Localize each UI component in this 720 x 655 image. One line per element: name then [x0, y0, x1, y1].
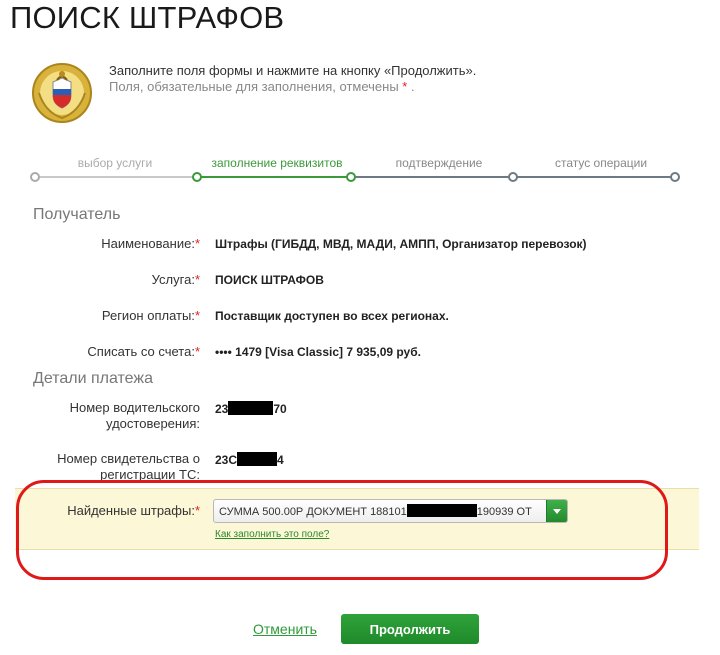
- progress-steps: выбор услуги заполнение реквизитов подтв…: [30, 152, 680, 186]
- fines-select[interactable]: СУММА 500.00Р ДОКУМЕНТ 188101 190939 ОТ: [213, 499, 568, 523]
- registration-prefix: 23С: [215, 453, 238, 467]
- fines-select-value: СУММА 500.00Р ДОКУМЕНТ 188101 190939 ОТ: [219, 504, 532, 518]
- field-value-account: •••• 1479 [Visa Classic] 7 935,09 руб.: [215, 345, 421, 359]
- field-label-service-text: Услуга:: [151, 272, 195, 287]
- intro-text: Заполните поля формы и нажмите на кнопку…: [109, 63, 476, 95]
- step-dot-4: [508, 172, 518, 182]
- step-track-2: [198, 176, 350, 178]
- intro-line-2-end: .: [410, 79, 415, 94]
- step-dot-1: [30, 172, 40, 182]
- step-select-service: выбор услуги: [77, 156, 153, 170]
- step-status: статус операции: [554, 156, 648, 170]
- field-label-name-text: Наименование:: [101, 236, 195, 251]
- field-label-fines-text: Найденные штрафы:: [67, 503, 195, 518]
- redaction-block: [228, 401, 274, 415]
- license-suffix: 70: [273, 402, 287, 416]
- traffic-police-emblem-icon: [32, 63, 92, 123]
- field-value-registration: 23С 4: [215, 452, 284, 467]
- intro-line-2: Поля, обязательные для заполнения, отмеч…: [109, 79, 476, 95]
- field-value-name: Штрафы (ГИБДД, МВД, МАДИ, АМПП, Организа…: [215, 237, 587, 251]
- fines-select-suffix: 190939 ОТ: [476, 506, 532, 518]
- step-dot-3: [346, 172, 356, 182]
- field-label-registration-line-1: Номер свидетельства о: [57, 451, 200, 466]
- required-mark: *: [194, 236, 200, 251]
- redaction-block: [406, 504, 477, 517]
- field-label-fines: Найденные штрафы:*: [67, 503, 200, 519]
- step-fill-details: заполнение реквизитов: [211, 156, 343, 170]
- intro-line-1: Заполните поля формы и нажмите на кнопку…: [109, 63, 477, 78]
- recipient-heading: Получатель: [33, 206, 121, 223]
- step-dot-5: [670, 172, 680, 182]
- field-value-service: ПОИСК ШТРАФОВ: [215, 273, 324, 287]
- field-value-license: 23 70: [215, 401, 287, 416]
- field-label-region: Регион оплаты:*: [102, 308, 200, 324]
- field-label-name: Наименование:*: [101, 236, 200, 252]
- field-value-region: Поставщик доступен во всех регионах.: [215, 309, 449, 323]
- step-dot-2: [192, 172, 202, 182]
- required-mark: *: [194, 272, 200, 287]
- payment-details-heading: Детали платежа: [33, 370, 153, 387]
- step-track-1: [36, 176, 198, 178]
- fines-select-prefix: СУММА 500.00Р ДОКУМЕНТ 188101: [219, 506, 407, 518]
- field-label-registration: Номер свидетельства о регистрации ТС:: [57, 451, 200, 483]
- cancel-link[interactable]: Отменить: [253, 621, 317, 637]
- license-prefix: 23: [215, 402, 229, 416]
- field-label-region-text: Регион оплаты:: [101, 308, 195, 323]
- field-label-license-line-2: удостоверения:: [106, 416, 200, 431]
- help-link[interactable]: Как заполнить это поле?: [215, 529, 329, 540]
- required-mark: *: [194, 308, 200, 323]
- required-mark: *: [194, 344, 200, 359]
- field-label-license-line-1: Номер водительского: [69, 400, 200, 415]
- continue-button[interactable]: Продолжить: [341, 614, 479, 644]
- required-mark: *: [402, 79, 408, 94]
- field-label-service: Услуга:*: [152, 272, 200, 288]
- step-confirmation: подтверждение: [395, 156, 483, 170]
- registration-suffix: 4: [277, 453, 284, 467]
- intro-line-2-text: Поля, обязательные для заполнения, отмеч…: [109, 79, 399, 94]
- field-label-account: Списать со счета:*: [87, 344, 200, 360]
- page-title: ПОИСК ШТРАФОВ: [10, 0, 285, 35]
- field-label-account-text: Списать со счета:: [87, 344, 195, 359]
- chevron-down-icon[interactable]: [546, 500, 567, 522]
- required-mark: *: [194, 503, 200, 518]
- field-label-registration-line-2: регистрации ТС:: [100, 467, 200, 482]
- redaction-block: [237, 452, 278, 466]
- field-label-license: Номер водительского удостоверения:: [70, 400, 200, 432]
